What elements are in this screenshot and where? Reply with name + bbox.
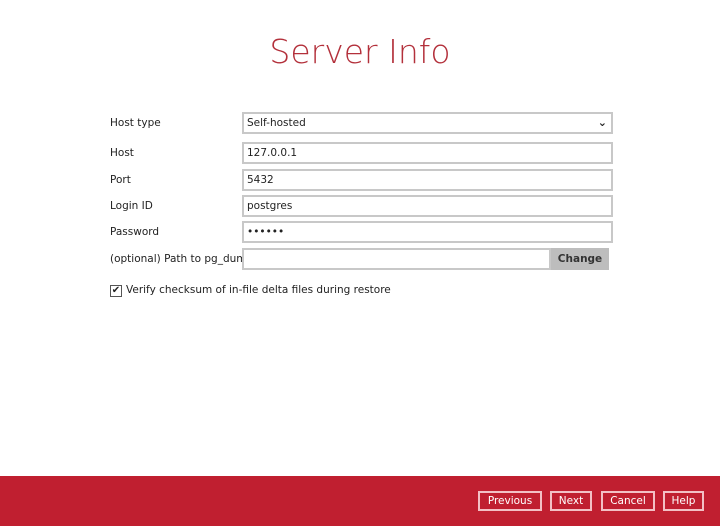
page-title: Server Info bbox=[269, 32, 451, 71]
host-type-select[interactable]: Self-hosted ⌄ bbox=[242, 112, 613, 134]
host-label: Host bbox=[110, 147, 134, 159]
next-button[interactable]: Next bbox=[550, 491, 592, 511]
chevron-down-icon: ⌄ bbox=[597, 116, 607, 129]
password-input[interactable]: •••••• bbox=[242, 221, 613, 243]
help-button[interactable]: Help bbox=[663, 491, 704, 511]
host-input[interactable]: 127.0.0.1 bbox=[242, 142, 613, 164]
verify-checksum-label: Verify checksum of in-file delta files d… bbox=[126, 284, 391, 296]
port-input[interactable]: 5432 bbox=[242, 169, 613, 191]
verify-checksum-checkbox[interactable]: ✔ bbox=[110, 285, 122, 297]
login-id-input[interactable]: postgres bbox=[242, 195, 613, 217]
login-id-label: Login ID bbox=[110, 200, 153, 212]
change-button[interactable]: Change bbox=[551, 248, 609, 270]
password-label: Password bbox=[110, 226, 160, 238]
footer-bar: Previous Next Cancel Help bbox=[0, 476, 720, 526]
pg-dump-path-label: (optional) Path to pg_dump bbox=[110, 253, 254, 265]
previous-button[interactable]: Previous bbox=[478, 491, 542, 511]
host-type-value: Self-hosted bbox=[247, 117, 306, 129]
host-type-label: Host type bbox=[110, 117, 161, 129]
port-label: Port bbox=[110, 174, 131, 186]
cancel-button[interactable]: Cancel bbox=[601, 491, 655, 511]
pg-dump-path-input[interactable] bbox=[242, 248, 551, 270]
